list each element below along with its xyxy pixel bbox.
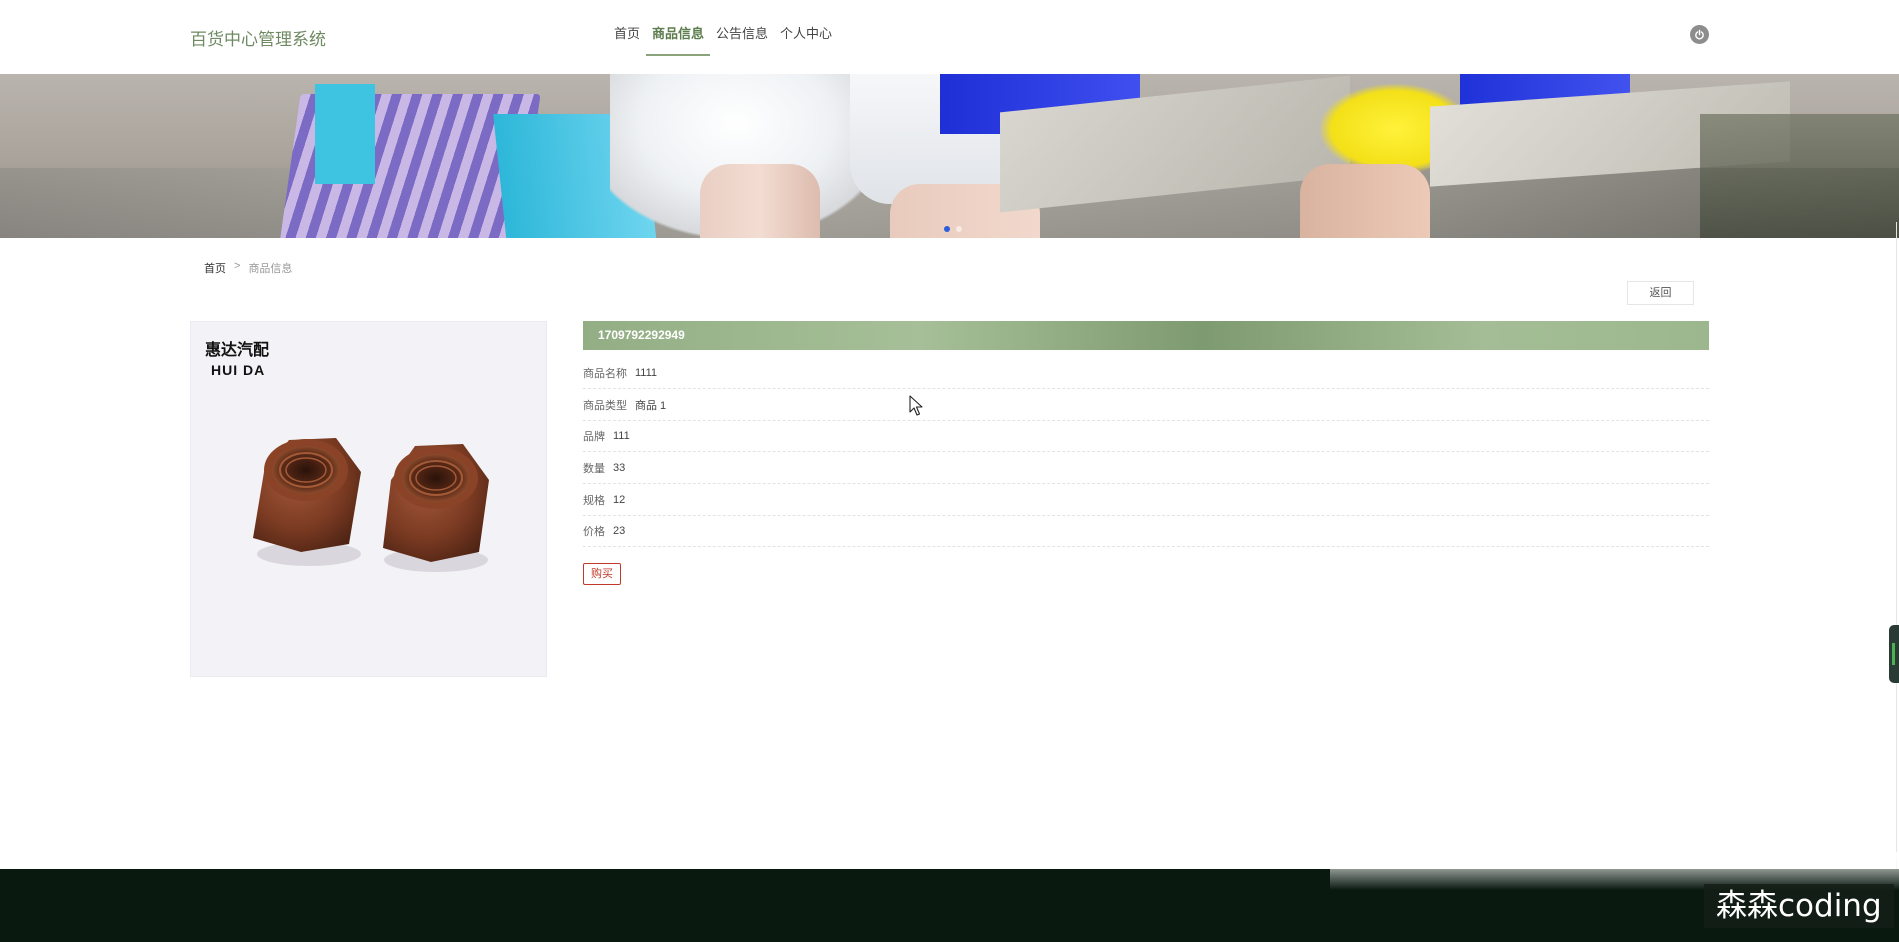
page-scrollbar[interactable] (1896, 222, 1897, 872)
product-id: 1709792292949 (598, 328, 685, 342)
site-logo[interactable]: 百货中心管理系统 (190, 25, 326, 50)
field-row-quantity: 数量 33 (583, 453, 1709, 484)
field-value: 33 (613, 462, 626, 474)
field-label: 规格 (583, 495, 605, 507)
nav-announcements[interactable]: 公告信息 (710, 26, 774, 56)
buy-button[interactable]: 购买 (583, 563, 621, 585)
field-value: 1111 (635, 367, 658, 379)
video-watermark: 森森coding (1704, 884, 1894, 928)
carousel-dot-2[interactable] (956, 226, 962, 232)
product-image: 惠达汽配 HUI DA (190, 321, 547, 677)
banner-plants (1700, 114, 1899, 238)
field-label: 数量 (583, 463, 605, 475)
field-label: 价格 (583, 526, 605, 538)
banner-legs (700, 164, 820, 238)
banner-carousel[interactable] (0, 74, 1899, 238)
field-value: 23 (613, 525, 626, 537)
side-float-tab[interactable] (1889, 625, 1899, 683)
breadcrumb-home[interactable]: 首页 (204, 260, 226, 276)
field-value: 111 (613, 430, 630, 442)
top-header: 百货中心管理系统 首页 商品信息 公告信息 个人中心 (0, 0, 1899, 74)
breadcrumb: 首页 > 商品信息 (204, 260, 292, 276)
hex-nuts-illustration (253, 438, 489, 572)
carousel-dots (944, 226, 962, 232)
field-row-spec: 规格 12 (583, 485, 1709, 516)
field-value: 商品 1 (635, 400, 667, 412)
nav-products[interactable]: 商品信息 (646, 26, 711, 56)
field-row-name: 商品名称 1111 (583, 358, 1709, 389)
mouse-cursor-icon (909, 395, 923, 416)
field-row-type: 商品类型 商品 1 (583, 390, 1709, 421)
breadcrumb-separator: > (234, 260, 241, 272)
back-button[interactable]: 返回 (1627, 281, 1694, 305)
carousel-dot-1[interactable] (944, 226, 950, 232)
field-value: 12 (613, 494, 626, 506)
product-detail-header: 1709792292949 (583, 321, 1709, 350)
power-icon[interactable] (1690, 25, 1709, 44)
field-label: 商品类型 (583, 400, 627, 412)
field-row-brand: 品牌 111 (583, 421, 1709, 452)
field-label: 商品名称 (583, 368, 627, 380)
field-label: 品牌 (583, 431, 605, 443)
banner-legs-3 (1300, 164, 1430, 238)
breadcrumb-current: 商品信息 (248, 263, 293, 275)
nav-home[interactable]: 首页 (608, 26, 646, 56)
banner-bag-cyan-left (315, 84, 375, 184)
field-row-price: 价格 23 (583, 516, 1709, 547)
nav-profile[interactable]: 个人中心 (774, 26, 838, 56)
main-nav: 首页 商品信息 公告信息 个人中心 (608, 26, 838, 56)
